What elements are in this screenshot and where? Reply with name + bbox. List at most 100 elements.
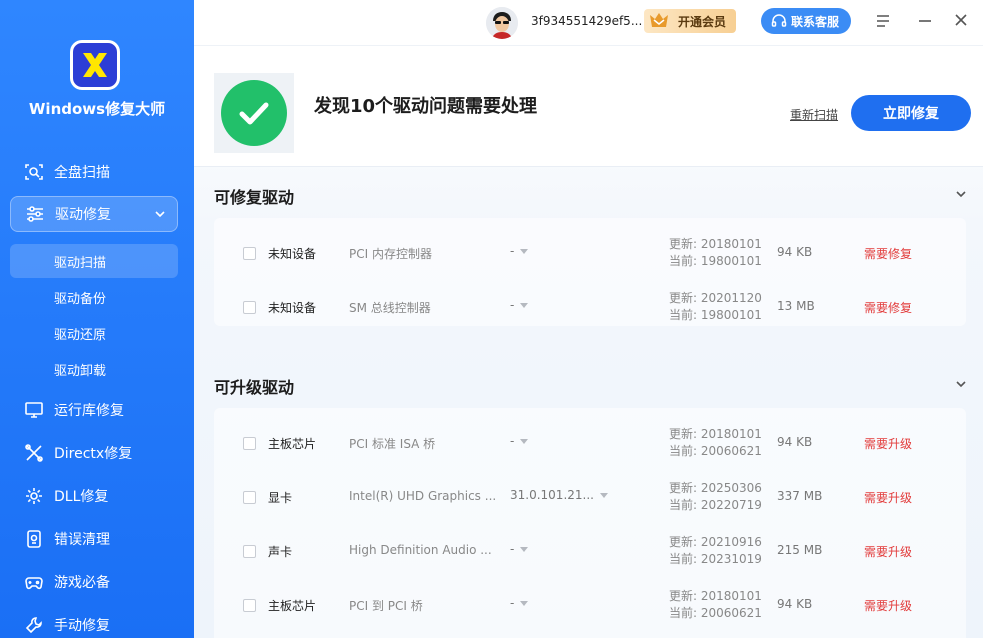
device-name: 显卡 <box>268 491 293 505</box>
dropdown-arrow-icon <box>599 493 608 498</box>
sidebar-item-label: 驱动修复 <box>55 207 111 223</box>
current-date: 当前: 19800101 <box>669 308 762 322</box>
version-value: 31.0.101.21... <box>510 488 594 502</box>
status-text: 需要升级 <box>864 599 913 613</box>
top-bar: 3f934551429ef5... 开通会员 联系客服 <box>194 0 983 46</box>
clean-icon <box>24 529 44 549</box>
version-select[interactable]: - <box>510 244 529 258</box>
driver-size: 337 MB <box>777 489 823 503</box>
version-value: - <box>510 244 515 258</box>
dropdown-arrow-icon <box>520 303 529 308</box>
section-title-upgradable: 可升级驱动 <box>214 378 295 397</box>
manual-wrench-icon <box>24 615 44 635</box>
fixable-list: 未知设备 PCI 内存控制器 - 更新: 20180101 当前: 198001… <box>214 218 966 326</box>
row-checkbox[interactable] <box>243 301 256 314</box>
minimize-icon[interactable] <box>916 12 934 30</box>
version-select[interactable]: - <box>510 434 529 448</box>
current-date: 当前: 20220719 <box>669 498 762 512</box>
status-text: 需要修复 <box>864 247 913 261</box>
device-description: High Definition Audio ... <box>349 543 492 557</box>
sidebar-sub-driver-uninstall[interactable]: 驱动卸载 <box>10 352 178 386</box>
sidebar-item-game-essentials[interactable]: 游戏必备 <box>10 564 178 600</box>
page-title: 发现10个驱动问题需要处理 <box>314 96 538 117</box>
sidebar-item-label: 游戏必备 <box>54 575 110 591</box>
close-icon[interactable] <box>952 11 970 29</box>
avatar[interactable] <box>486 7 518 39</box>
sidebar-item-label: 手动修复 <box>54 618 110 634</box>
version-value: - <box>510 298 515 312</box>
driver-size: 94 KB <box>777 597 813 611</box>
avatar-icon <box>486 7 518 39</box>
sidebar-item-error-clean[interactable]: 错误清理 <box>10 521 178 557</box>
sidebar-item-driver-repair[interactable]: 驱动修复 <box>10 196 178 232</box>
table-row: 未知设备 SM 总线控制器 - 更新: 20201120 当前: 1980010… <box>214 280 966 334</box>
device-description: Intel(R) UHD Graphics ... <box>349 489 497 503</box>
driver-size: 13 MB <box>777 299 815 313</box>
sidebar-item-label: 错误清理 <box>54 532 110 548</box>
row-checkbox[interactable] <box>243 545 256 558</box>
row-checkbox[interactable] <box>243 491 256 504</box>
crown-icon <box>650 13 668 27</box>
sidebar-sub-driver-scan[interactable]: 驱动扫描 <box>10 244 178 278</box>
dropdown-arrow-icon <box>520 547 529 552</box>
sidebar-item-runtime-repair[interactable]: 运行库修复 <box>10 392 178 428</box>
row-checkbox[interactable] <box>243 437 256 450</box>
table-row: 主板芯片 PCI 到 PCI 桥 - 更新: 20180101 当前: 2006… <box>214 578 966 632</box>
device-name: 主板芯片 <box>268 437 317 451</box>
gamepad-icon <box>24 572 44 592</box>
version-value: - <box>510 542 515 556</box>
sidebar-item-label: DLL修复 <box>54 489 109 505</box>
sidebar-item-manual-repair[interactable]: 手动修复 <box>10 607 178 638</box>
headset-icon <box>771 14 787 27</box>
device-description: PCI 到 PCI 桥 <box>349 599 423 613</box>
sliders-icon <box>25 204 45 224</box>
sidebar-item-dll-repair[interactable]: DLL修复 <box>10 478 178 514</box>
device-name: 未知设备 <box>268 301 317 315</box>
dropdown-arrow-icon <box>520 439 529 444</box>
latest-date: 更新: 20180101 <box>669 589 762 603</box>
version-value: - <box>510 434 515 448</box>
current-date: 当前: 19800101 <box>669 254 762 268</box>
status-text: 需要升级 <box>864 491 913 505</box>
chevron-down-icon[interactable] <box>954 377 968 391</box>
row-checkbox[interactable] <box>243 247 256 260</box>
latest-date: 更新: 20180101 <box>669 237 762 251</box>
vip-button[interactable]: 开通会员 <box>644 9 736 33</box>
sidebar-sub-driver-restore[interactable]: 驱动还原 <box>10 316 178 350</box>
driver-size: 215 MB <box>777 543 823 557</box>
version-select[interactable]: - <box>510 542 529 556</box>
check-circle-icon <box>221 80 287 146</box>
date-info: 更新: 20180101 当前: 20060621 <box>669 426 762 460</box>
wrench-cross-icon <box>24 443 44 463</box>
fix-now-button[interactable]: 立即修复 <box>851 95 971 131</box>
rescan-link[interactable]: 重新扫描 <box>790 106 838 123</box>
row-checkbox[interactable] <box>243 599 256 612</box>
device-name: 主板芯片 <box>268 599 317 613</box>
app-name: Windows修复大师 <box>28 100 166 118</box>
status-text: 需要升级 <box>864 437 913 451</box>
gear-icon <box>24 486 44 506</box>
device-description: SM 总线控制器 <box>349 301 431 315</box>
latest-date: 更新: 20180101 <box>669 427 762 441</box>
date-info: 更新: 20210916 当前: 20231019 <box>669 534 762 568</box>
result-icon-box <box>214 73 294 153</box>
current-date: 当前: 20060621 <box>669 606 762 620</box>
menu-icon[interactable] <box>874 12 892 30</box>
sidebar-item-full-scan[interactable]: 全盘扫描 <box>10 154 178 190</box>
date-info: 更新: 20180101 当前: 19800101 <box>669 236 762 270</box>
sidebar-sub-driver-backup[interactable]: 驱动备份 <box>10 280 178 314</box>
version-select[interactable]: 31.0.101.21... <box>510 488 608 502</box>
sidebar-item-directx-repair[interactable]: Directx修复 <box>10 435 178 471</box>
chevron-down-icon <box>155 211 165 218</box>
driver-size: 94 KB <box>777 245 813 259</box>
table-row: 未知设备 PCI 内存控制器 - 更新: 20180101 当前: 198001… <box>214 226 966 280</box>
vip-label: 开通会员 <box>678 14 727 29</box>
version-select[interactable]: - <box>510 298 529 312</box>
version-select[interactable]: - <box>510 596 529 610</box>
support-button[interactable]: 联系客服 <box>761 8 851 34</box>
latest-date: 更新: 20201120 <box>669 291 762 305</box>
date-info: 更新: 20201120 当前: 19800101 <box>669 290 762 324</box>
date-info: 更新: 20180101 当前: 20060621 <box>669 588 762 622</box>
status-text: 需要修复 <box>864 301 913 315</box>
chevron-down-icon[interactable] <box>954 187 968 201</box>
